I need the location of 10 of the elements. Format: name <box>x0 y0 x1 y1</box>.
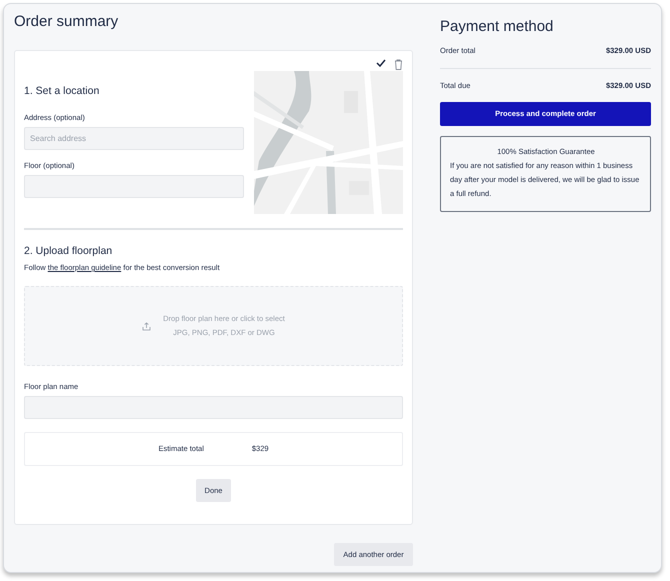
section-heading: 2. Upload floorplan <box>24 244 114 258</box>
floor-field[interactable] <box>24 175 244 198</box>
floor-plan-name-field[interactable] <box>24 396 403 419</box>
address-field[interactable]: Search address <box>24 127 244 150</box>
payment-title: Payment method <box>440 17 554 37</box>
section-heading: 1. Set a location <box>24 84 100 98</box>
page-title: Order summary <box>14 12 120 32</box>
upload-icon <box>142 322 152 330</box>
checkmark-icon[interactable] <box>376 59 386 67</box>
trash-icon[interactable] <box>394 59 403 70</box>
